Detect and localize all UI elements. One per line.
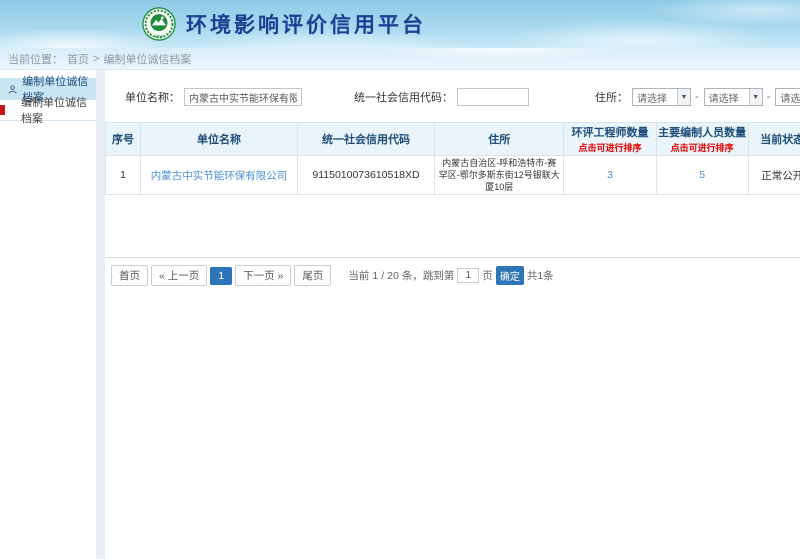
breadcrumb-home-link[interactable]: 首页 xyxy=(67,51,89,67)
pagination: 首页 « 上一页 1 下一页 » 尾页 当前 1 / 20 条，跳到第 页 确定… xyxy=(105,257,800,286)
credit-code-input[interactable] xyxy=(457,88,529,106)
address-label: 住所： xyxy=(595,89,628,105)
unit-name-label: 单位名称： xyxy=(125,89,180,105)
sidebar: 编制单位诚信档案 编制单位诚信档案 xyxy=(0,70,96,559)
district-select[interactable]: 请选择 ▼ xyxy=(775,88,800,106)
page-1-button[interactable]: 1 xyxy=(210,267,232,285)
col-staff-count-sortable[interactable]: 主要编制人员数量 点击可进行排序 xyxy=(656,123,748,156)
main-panel: 单位名称： 统一社会信用代码： 住所： 请选择 ▼ - 请选择 ▼ - 请选择 … xyxy=(105,70,800,559)
app-header: MEE 环境影响评价信用平台 xyxy=(0,0,800,48)
prev-page-button[interactable]: « 上一页 xyxy=(151,265,207,286)
col-address: 住所 xyxy=(435,123,564,156)
content-area: 编制单位诚信档案 编制单位诚信档案 单位名称： 统一社会信用代码： 住所： 请选… xyxy=(0,70,800,559)
sidebar-item-label: 编制单位诚信档案 xyxy=(21,94,96,126)
confirm-jump-button[interactable]: 确定 xyxy=(496,266,524,285)
pagination-info: 当前 1 / 20 条，跳到第 页 确定 共1条 xyxy=(348,266,553,285)
staff-count-link[interactable]: 5 xyxy=(699,169,705,181)
next-page-button[interactable]: 下一页 » xyxy=(235,265,291,286)
total-records: 共1条 xyxy=(527,268,554,283)
first-page-button[interactable]: 首页 xyxy=(111,265,148,286)
current-page-number: 1 xyxy=(372,270,378,282)
chevron-down-icon[interactable]: ▼ xyxy=(677,89,690,105)
breadcrumb: 当前位置： 首页 > 编制单位诚信档案 xyxy=(0,48,800,70)
last-page-button[interactable]: 尾页 xyxy=(294,265,331,286)
status-text: 正常公开 xyxy=(748,156,800,195)
row-index: 1 xyxy=(106,156,141,195)
search-form: 单位名称： 统一社会信用代码： 住所： 请选择 ▼ - 请选择 ▼ - 请选择 … xyxy=(105,84,800,110)
results-table: 序号 单位名称 统一社会信用代码 住所 环评工程师数量 点击可进行排序 主要编制… xyxy=(105,122,800,195)
mee-logo-icon: MEE xyxy=(142,7,176,41)
province-select[interactable]: 请选择 ▼ xyxy=(632,88,691,106)
breadcrumb-prefix: 当前位置： xyxy=(8,51,63,67)
sort-hint: 点击可进行排序 xyxy=(657,141,748,154)
table-row: 1 内蒙古中实节能环保有限公司 9115010073610518XD 内蒙古自治… xyxy=(106,156,800,195)
engineer-count-link[interactable]: 3 xyxy=(607,169,613,181)
breadcrumb-separator: > xyxy=(93,53,99,65)
row-credit-code: 9115010073610518XD xyxy=(297,156,434,195)
col-credit-code: 统一社会信用代码 xyxy=(297,123,434,156)
address-separator: - xyxy=(767,91,771,103)
jump-page-input[interactable] xyxy=(457,268,479,283)
address-separator: - xyxy=(695,91,699,103)
user-icon xyxy=(8,84,17,95)
sort-hint: 点击可进行排序 xyxy=(564,141,655,154)
unit-name-link[interactable]: 内蒙古中实节能环保有限公司 xyxy=(151,170,288,182)
row-address: 内蒙古自治区-呼和浩特市-赛罕区-鄂尔多斯东街12号银联大厦10层 xyxy=(435,156,564,195)
sidebar-item-archives[interactable]: 编制单位诚信档案 xyxy=(0,100,96,121)
chevron-down-icon[interactable]: ▼ xyxy=(749,89,762,105)
total-pages-number: 20 xyxy=(387,270,399,282)
page-title: 环境影响评价信用平台 xyxy=(186,9,426,39)
col-index: 序号 xyxy=(106,123,141,156)
col-engineer-count-sortable[interactable]: 环评工程师数量 点击可进行排序 xyxy=(564,123,656,156)
unit-name-input[interactable] xyxy=(184,88,302,106)
svg-text:MEE: MEE xyxy=(155,34,164,39)
col-unit-name: 单位名称 xyxy=(141,123,298,156)
city-select[interactable]: 请选择 ▼ xyxy=(704,88,763,106)
table-header-row: 序号 单位名称 统一社会信用代码 住所 环评工程师数量 点击可进行排序 主要编制… xyxy=(106,123,800,156)
layout-gutter xyxy=(96,70,105,559)
credit-code-label: 统一社会信用代码： xyxy=(354,89,453,105)
active-marker xyxy=(0,105,5,115)
breadcrumb-current: 编制单位诚信档案 xyxy=(103,51,191,67)
col-status: 当前状态 xyxy=(748,123,800,156)
